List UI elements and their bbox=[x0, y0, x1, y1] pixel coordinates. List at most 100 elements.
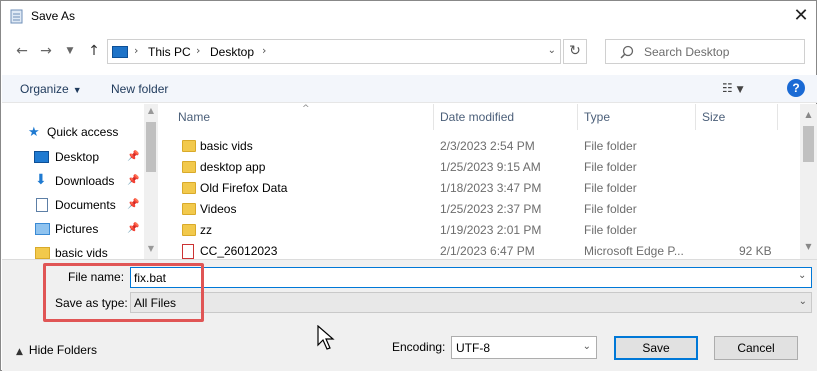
highlight-box bbox=[43, 263, 204, 322]
encoding-label: Encoding: bbox=[392, 340, 446, 354]
hide-folders-label: Hide Folders bbox=[28, 343, 97, 357]
filename-dropdown-icon[interactable]: ⌄ bbox=[798, 270, 806, 281]
forward-button[interactable]: → bbox=[37, 41, 55, 61]
file-name: desktop app bbox=[200, 160, 266, 174]
caret-down-icon: ▼ bbox=[72, 85, 82, 95]
file-type: Microsoft Edge P... bbox=[584, 244, 684, 258]
list-item[interactable]: Old Firefox Data 1/18/2023 3:47 PM File … bbox=[166, 178, 800, 199]
close-button[interactable]: ✕ bbox=[789, 4, 813, 28]
arrow-up-icon: ↑ bbox=[88, 43, 100, 59]
sidebar-item-pictures[interactable]: Pictures 📌 bbox=[2, 218, 144, 240]
folder-icon bbox=[182, 161, 196, 173]
file-date: 1/19/2023 2:01 PM bbox=[440, 223, 542, 237]
organize-button[interactable]: Organize ▼ bbox=[20, 82, 82, 96]
save-as-dialog: Save As ✕ ← → ▼ ↑ › This PC › Desktop › … bbox=[0, 0, 817, 371]
file-type: File folder bbox=[584, 181, 637, 195]
savetype-select[interactable]: All Files ⌄ bbox=[130, 292, 812, 313]
list-view-icon: ☷ bbox=[722, 81, 733, 95]
save-button[interactable]: Save bbox=[614, 336, 698, 360]
sidebar-item-label: Desktop bbox=[55, 150, 100, 164]
scroll-up-icon[interactable]: ▲ bbox=[800, 110, 817, 119]
help-button[interactable]: ? bbox=[787, 79, 805, 97]
file-type: File folder bbox=[584, 160, 637, 174]
chevron-down-icon: ⌄ bbox=[798, 296, 807, 307]
sidebar-item-label: Quick access bbox=[47, 125, 119, 139]
new-folder-button[interactable]: New folder bbox=[111, 82, 168, 96]
view-options-button[interactable]: ☷ ▼ bbox=[722, 81, 744, 95]
sidebar-item-desktop[interactable]: Desktop 📌 bbox=[2, 146, 144, 168]
search-placeholder: Search Desktop bbox=[644, 45, 730, 59]
sidebar-item-quick-access[interactable]: ★ Quick access bbox=[2, 121, 144, 143]
refresh-icon: ↻ bbox=[569, 43, 581, 59]
navigation-pane: ★ Quick access Desktop 📌 ⬇ Downloads 📌 D… bbox=[2, 104, 158, 259]
list-item[interactable]: desktop app 1/25/2023 9:15 AM File folde… bbox=[166, 157, 800, 178]
pin-icon: 📌 bbox=[127, 151, 140, 162]
organize-label: Organize bbox=[20, 82, 69, 96]
chevron-right-icon: › bbox=[196, 44, 201, 57]
cancel-button[interactable]: Cancel bbox=[714, 336, 798, 360]
close-icon: ✕ bbox=[793, 5, 809, 26]
pin-icon: 📌 bbox=[127, 199, 140, 210]
scroll-down-icon[interactable]: ▼ bbox=[800, 242, 817, 251]
file-name: CC_26012023 bbox=[200, 244, 278, 258]
up-button[interactable]: ↑ bbox=[85, 41, 103, 61]
file-list-scrollbar[interactable]: ▲ ▼ bbox=[800, 104, 817, 259]
list-item[interactable]: zz 1/19/2023 2:01 PM File folder bbox=[166, 220, 800, 241]
command-bar: Organize ▼ New folder ☷ ▼ ? bbox=[2, 75, 817, 103]
address-bar[interactable]: › This PC › Desktop › ⌄ bbox=[107, 39, 561, 64]
refresh-button[interactable]: ↻ bbox=[563, 39, 587, 64]
sidebar-item-label: Downloads bbox=[55, 174, 115, 188]
file-name: Videos bbox=[200, 202, 237, 216]
arrow-left-icon: ← bbox=[16, 43, 28, 59]
recent-locations-button[interactable]: ▼ bbox=[61, 41, 79, 61]
sidebar-item-basic-vids[interactable]: basic vids bbox=[2, 242, 144, 259]
scroll-up-icon[interactable]: ▲ bbox=[144, 106, 158, 115]
window-title: Save As bbox=[31, 9, 76, 23]
list-item[interactable]: Videos 1/25/2023 2:37 PM File folder bbox=[166, 199, 800, 220]
column-header-name[interactable]: Name ^ bbox=[172, 104, 434, 130]
breadcrumb-desktop[interactable]: Desktop bbox=[210, 45, 254, 59]
pin-icon: 📌 bbox=[127, 223, 140, 234]
column-header-date[interactable]: Date modified bbox=[434, 104, 578, 130]
search-icon bbox=[620, 45, 634, 59]
file-size: 92 KB bbox=[739, 244, 772, 258]
file-name: zz bbox=[200, 223, 212, 237]
pdf-icon bbox=[182, 244, 194, 259]
sidebar-item-documents[interactable]: Documents 📌 bbox=[2, 194, 144, 216]
encoding-select[interactable]: UTF-8 ⌄ bbox=[451, 336, 597, 359]
sidebar-item-label: basic vids bbox=[55, 246, 108, 259]
star-icon: ★ bbox=[28, 124, 40, 139]
back-button[interactable]: ← bbox=[13, 41, 31, 61]
pin-icon: 📌 bbox=[127, 175, 140, 186]
folder-icon bbox=[182, 224, 196, 236]
column-header-type[interactable]: Type bbox=[578, 104, 696, 130]
caret-down-icon: ▼ bbox=[736, 85, 744, 95]
hide-folders-button[interactable]: ▲ Hide Folders bbox=[16, 343, 97, 357]
file-date: 1/25/2023 2:37 PM bbox=[440, 202, 542, 216]
column-header-size[interactable]: Size bbox=[696, 104, 778, 130]
sort-up-icon: ^ bbox=[302, 104, 310, 114]
sidebar-item-downloads[interactable]: ⬇ Downloads 📌 bbox=[2, 170, 144, 192]
notepad-icon bbox=[10, 9, 23, 24]
file-name: basic vids bbox=[200, 139, 253, 153]
folder-icon bbox=[182, 203, 196, 215]
file-name: Old Firefox Data bbox=[200, 181, 288, 195]
scroll-thumb[interactable] bbox=[146, 122, 156, 172]
folder-icon bbox=[182, 140, 196, 152]
desktop-icon bbox=[34, 151, 49, 163]
sidebar-item-label: Pictures bbox=[55, 222, 99, 236]
address-dropdown-icon[interactable]: ⌄ bbox=[548, 45, 556, 56]
nav-scrollbar[interactable]: ▲ ▼ bbox=[144, 104, 158, 259]
search-input[interactable]: Search Desktop bbox=[605, 39, 805, 64]
list-item[interactable]: CC_26012023 2/1/2023 6:47 PM Microsoft E… bbox=[166, 241, 800, 259]
chevron-down-icon: ⌄ bbox=[582, 341, 591, 352]
folder-icon bbox=[182, 182, 196, 194]
list-item[interactable]: basic vids 2/3/2023 2:54 PM File folder bbox=[166, 136, 800, 157]
scroll-down-icon[interactable]: ▼ bbox=[144, 244, 158, 253]
chevron-right-icon: › bbox=[262, 44, 267, 57]
filename-field[interactable] bbox=[130, 267, 812, 288]
breadcrumb-this-pc[interactable]: This PC bbox=[148, 45, 191, 59]
document-icon bbox=[36, 198, 48, 212]
scroll-thumb[interactable] bbox=[803, 126, 814, 162]
chevron-down-icon: ▼ bbox=[66, 46, 74, 56]
